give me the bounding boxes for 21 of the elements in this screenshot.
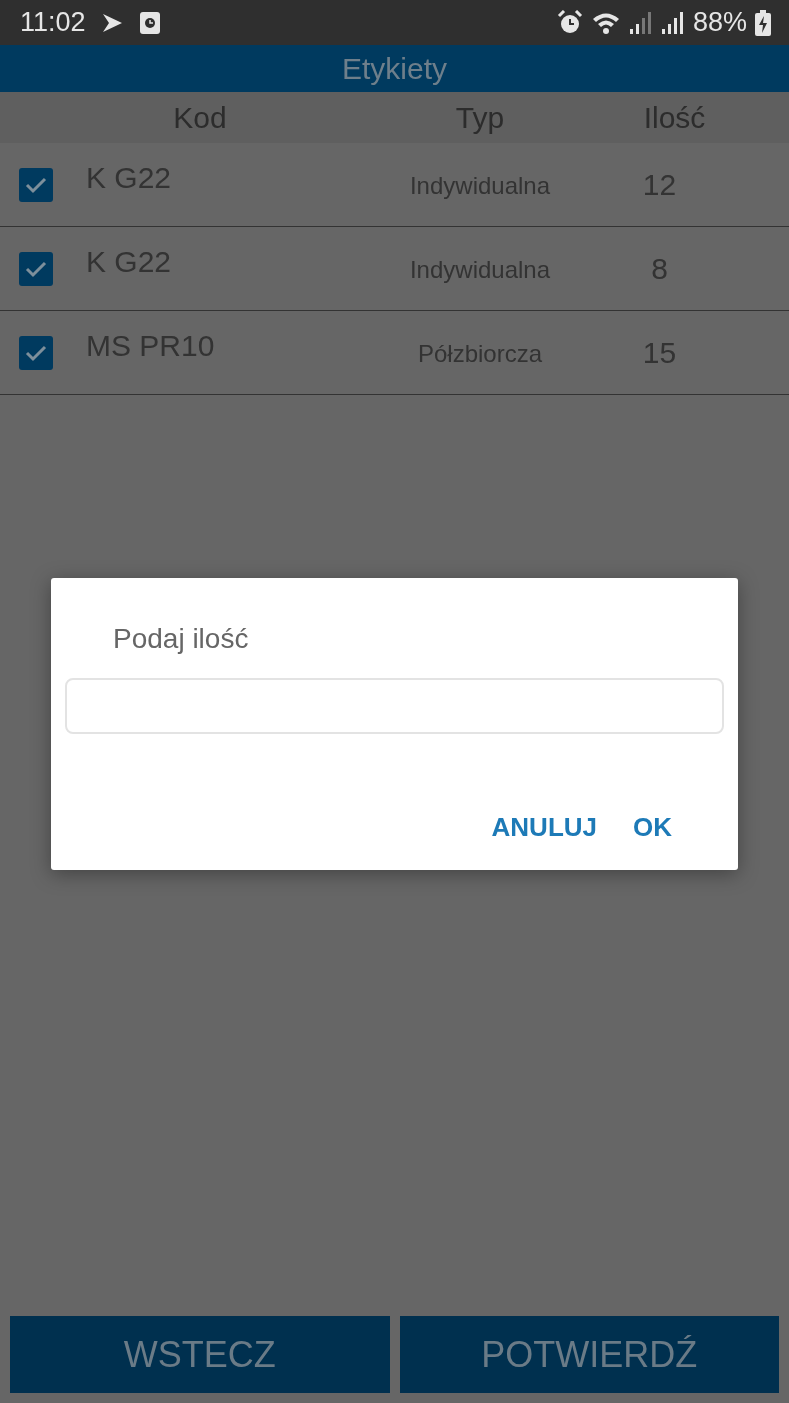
- signal-icon: [628, 10, 653, 35]
- ok-button[interactable]: OK: [627, 804, 678, 851]
- battery-icon: [755, 9, 771, 36]
- signal-icon: [660, 10, 685, 35]
- checkbox[interactable]: [19, 336, 53, 370]
- battery-text: 88%: [692, 6, 747, 40]
- checkbox[interactable]: [19, 252, 53, 286]
- cancel-button[interactable]: ANULUJ: [485, 804, 603, 851]
- confirm-button[interactable]: POTWIERDŹ: [399, 1316, 779, 1393]
- dialog-title: Podaj ilość: [113, 622, 249, 656]
- check-icon: [24, 259, 48, 279]
- clock-text: 11:02: [20, 6, 86, 40]
- alarm-icon: [556, 9, 583, 36]
- check-icon: [24, 175, 48, 195]
- checkbox[interactable]: [19, 168, 53, 202]
- back-button[interactable]: WSTECZ: [10, 1316, 390, 1393]
- input-field[interactable]: [65, 678, 724, 734]
- clock-icon: [139, 11, 160, 34]
- screen-title: Etykiety: [342, 51, 447, 87]
- notification-icon: [101, 12, 124, 33]
- check-icon: [24, 343, 48, 363]
